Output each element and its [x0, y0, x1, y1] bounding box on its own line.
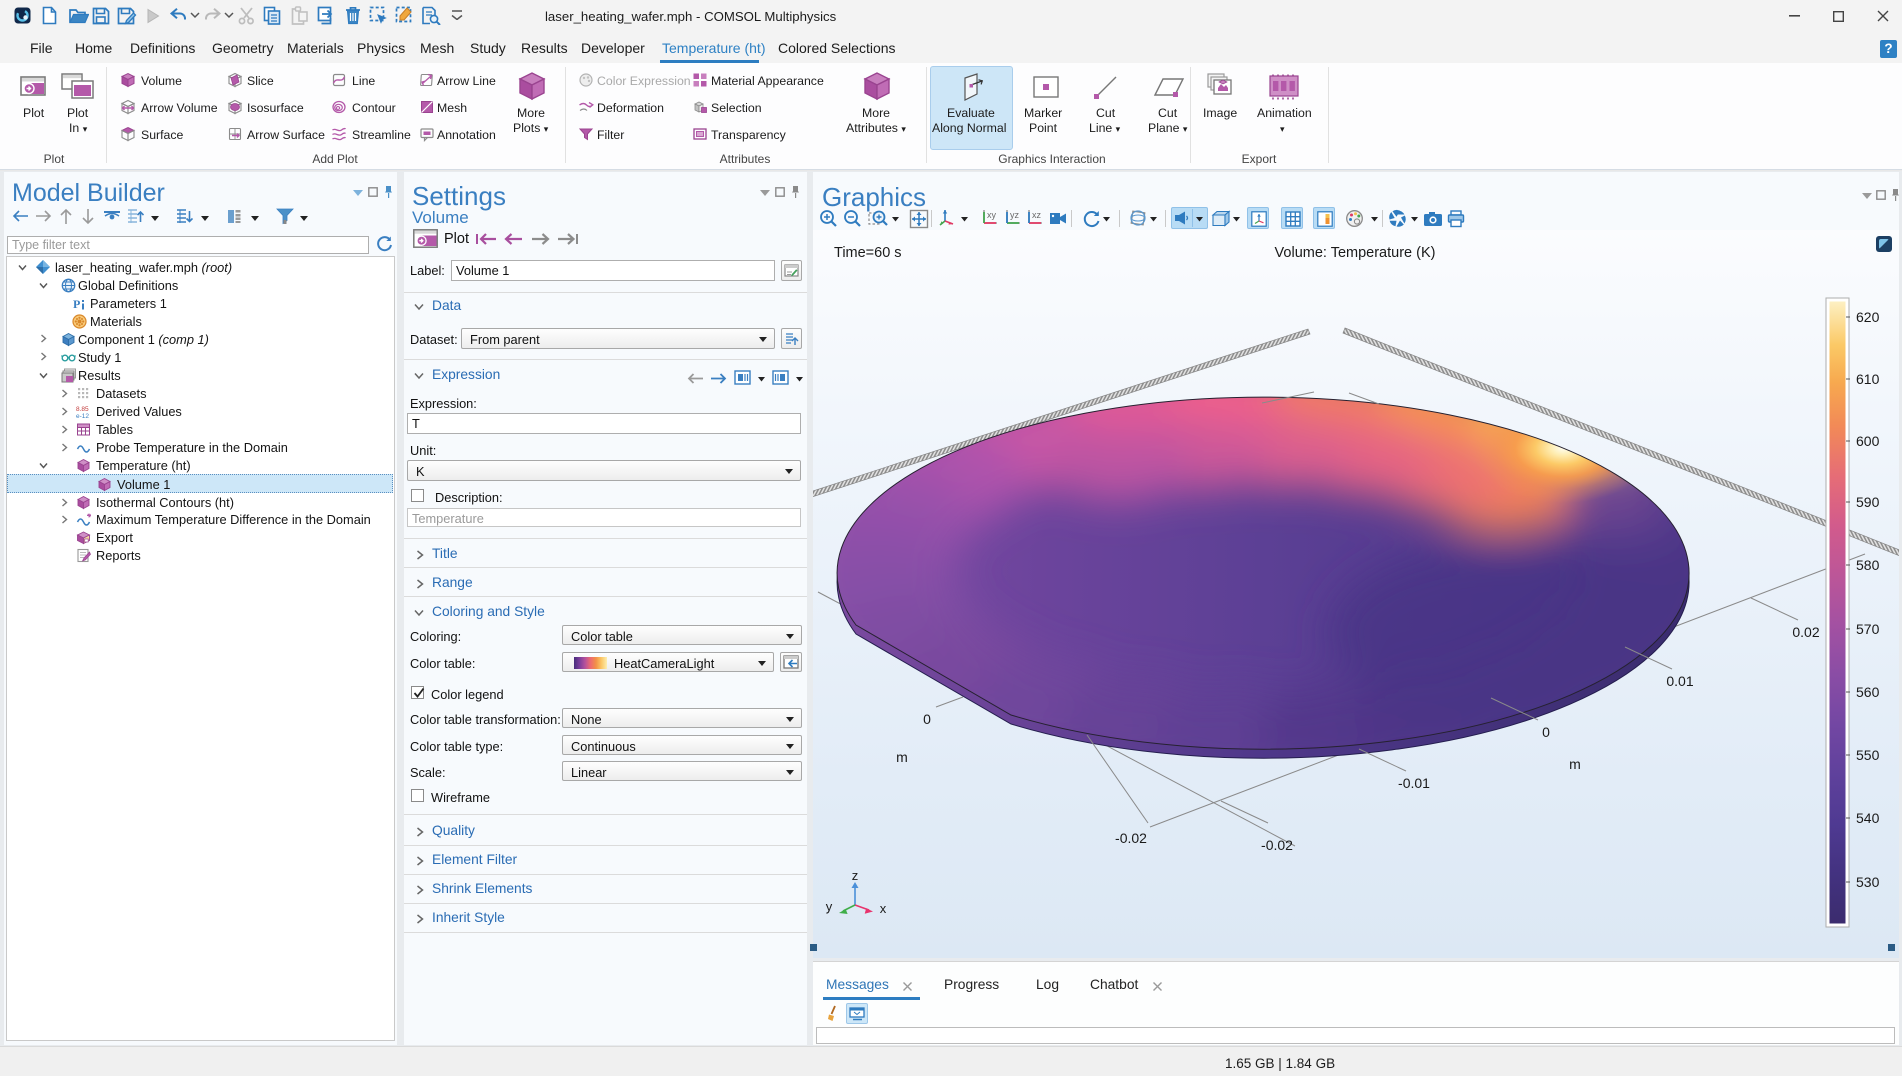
svg-text:540: 540 — [1856, 810, 1880, 826]
svg-text:-0.02: -0.02 — [1115, 830, 1147, 846]
svg-text:0: 0 — [923, 711, 931, 727]
svg-text:600: 600 — [1856, 433, 1880, 449]
svg-text:590: 590 — [1856, 494, 1880, 510]
svg-text:x: x — [880, 901, 887, 916]
svg-text:620: 620 — [1856, 309, 1880, 325]
svg-text:8.85: 8.85 — [76, 406, 89, 413]
svg-text:z: z — [852, 868, 859, 883]
svg-text:0.01: 0.01 — [1666, 673, 1693, 689]
svg-text:0.02: 0.02 — [1792, 624, 1819, 640]
svg-text:0: 0 — [1542, 724, 1550, 740]
svg-text:610: 610 — [1856, 371, 1880, 387]
svg-text:-0.01: -0.01 — [1398, 775, 1430, 791]
svg-text:m: m — [896, 749, 908, 765]
svg-text:-0.02: -0.02 — [1261, 837, 1293, 853]
svg-text:570: 570 — [1856, 621, 1880, 637]
svg-text:e-12: e-12 — [76, 413, 89, 419]
svg-text:P: P — [73, 297, 80, 311]
svg-text:y: y — [826, 899, 833, 914]
svg-text:560: 560 — [1856, 684, 1880, 700]
svg-text:m: m — [1569, 756, 1581, 772]
svg-text:530: 530 — [1856, 874, 1880, 890]
svg-text:580: 580 — [1856, 557, 1880, 573]
svg-text:550: 550 — [1856, 747, 1880, 763]
